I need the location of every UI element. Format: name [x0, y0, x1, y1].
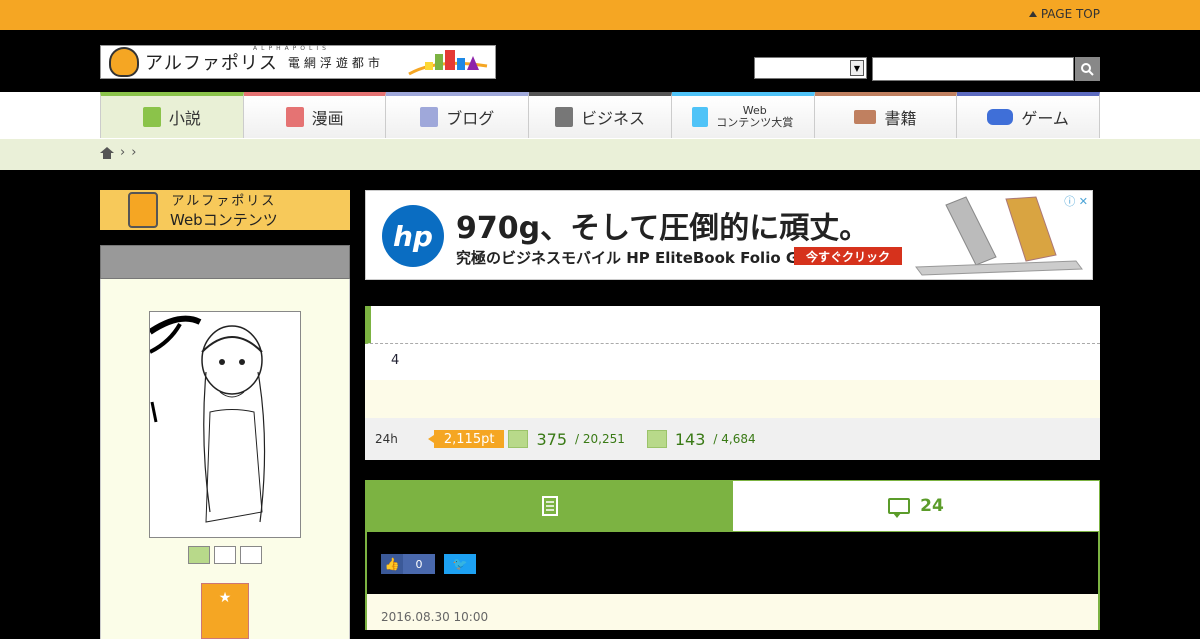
nav-item-business[interactable]: ビジネス — [529, 92, 672, 138]
points-badge: 2,115pt — [427, 430, 505, 448]
thumbs-up-icon: 👍 — [384, 557, 400, 571]
rank-icon — [508, 430, 529, 448]
ad-cta-button[interactable]: 今すぐクリック — [794, 247, 902, 265]
site-logo[interactable]: ALPHAPOLIS アルファポリス 電網浮遊都市 — [100, 45, 496, 79]
city-skyline-icon — [408, 50, 488, 76]
arrow-up-icon — [1028, 11, 1037, 17]
adchoices-icon[interactable]: ⓘ ✕ — [1064, 193, 1088, 209]
page-top-label: PAGE TOP — [1040, 7, 1100, 21]
theme-swatch[interactable] — [214, 546, 236, 564]
novel-icon — [142, 107, 161, 127]
trophy-icon — [692, 107, 709, 127]
breadcrumb: › › — [0, 139, 1200, 170]
nav-item-books[interactable]: 書籍 — [814, 92, 958, 138]
tab-comments[interactable]: 24 — [733, 481, 1099, 531]
work-stats: 24h 2,115pt 375 / 20,251 143 / 4,684 — [365, 418, 1100, 460]
work-info: 4 24h 2,115pt 375 / 20,251 143 / 4,684 — [365, 306, 1100, 460]
chapter-count: 4 — [365, 344, 1100, 380]
stats-period: 24h — [375, 432, 398, 446]
favorite-button[interactable]: ★ — [201, 583, 249, 639]
nav-label-line2: コンテンツ大賞 — [716, 116, 794, 129]
document-icon — [541, 496, 558, 516]
facebook-like-button[interactable]: 👍 0 — [381, 554, 435, 574]
rank2-value: 143 — [674, 429, 706, 449]
advertisement[interactable]: hp 970g、そして圧倒的に頑丈。 究極のビジネスモバイル HP EliteB… — [365, 190, 1093, 280]
hp-logo: hp — [382, 205, 444, 267]
web-contents-banner[interactable]: アルファポリス Webコンテンツ — [100, 190, 350, 230]
nav-item-blog[interactable]: ブログ — [386, 92, 530, 138]
share-bar: 👍 0 🐦 — [367, 532, 1098, 594]
search-icon — [1081, 62, 1094, 76]
breadcrumb-separator: › — [120, 145, 126, 160]
main-nav: 小説 漫画 ブログ ビジネス Web コンテンツ大賞 書籍 ゲーム — [100, 92, 1101, 138]
top-bar: PAGE TOP — [0, 0, 1200, 30]
post-date: 2016.08.30 10:00 — [367, 594, 1098, 630]
alphapolis-emblem-icon — [128, 192, 158, 228]
laptop-image — [915, 196, 1083, 276]
book-icon — [854, 110, 877, 124]
ad-subline: 究極のビジネスモバイル HP EliteBook Folio G1 — [456, 249, 809, 267]
theme-swatch[interactable] — [240, 546, 262, 564]
comments-count: 24 — [920, 496, 944, 516]
work-title[interactable] — [365, 306, 1100, 344]
search-button[interactable] — [1075, 57, 1100, 81]
home-icon[interactable] — [100, 146, 114, 159]
content-tabs: 24 — [365, 480, 1100, 532]
sidebar-panel: ★ — [100, 279, 350, 639]
logo-subtitle: 電網浮遊都市 — [287, 55, 384, 70]
blog-icon — [420, 107, 439, 127]
logo-kana: アルファポリス — [145, 53, 278, 74]
theme-swatch[interactable] — [188, 546, 210, 564]
star-icon: ★ — [218, 590, 232, 606]
nav-label: 漫画 — [311, 109, 344, 128]
rank-icon — [646, 430, 667, 448]
page-top-link[interactable]: PAGE TOP — [1028, 7, 1100, 21]
bar-chart-icon — [555, 107, 573, 127]
category-select[interactable]: ▼ — [754, 57, 867, 79]
nav-label: ブログ — [446, 109, 495, 128]
ad-headline: 970g、そして圧倒的に頑丈。 — [456, 211, 870, 246]
nav-label: Web コンテンツ大賞 — [716, 105, 793, 129]
logo-tiny-text: ALPHAPOLIS — [253, 45, 330, 52]
nav-label: ビジネス — [581, 109, 646, 128]
nav-label: ゲーム — [1021, 109, 1069, 128]
gamepad-icon — [987, 109, 1014, 125]
nav-item-web-contents-award[interactable]: Web コンテンツ大賞 — [671, 92, 815, 138]
cover-illustration — [150, 315, 266, 523]
nav-label: 書籍 — [884, 109, 917, 128]
rank1-value: 375 — [536, 429, 567, 449]
nav-label: 小説 — [168, 109, 201, 128]
alphapolis-emblem-icon — [109, 47, 139, 77]
rank1-total: / 20,251 — [575, 432, 625, 446]
manga-icon — [285, 107, 304, 127]
nav-item-game[interactable]: ゲーム — [957, 92, 1101, 138]
nav-item-manga[interactable]: 漫画 — [243, 92, 387, 138]
content-panel: 👍 0 🐦 2016.08.30 10:00 — [365, 532, 1100, 630]
banner-line1: アルファポリス — [171, 194, 277, 209]
twitter-share-button[interactable]: 🐦 — [444, 554, 476, 574]
rank2-total: / 4,684 — [713, 432, 756, 446]
tab-contents[interactable] — [366, 481, 733, 531]
chevron-down-icon: ▼ — [850, 60, 864, 76]
twitter-bird-icon: 🐦 — [452, 557, 468, 571]
sidebar-header — [100, 245, 350, 279]
work-meta — [365, 380, 1100, 418]
cover-image[interactable] — [149, 311, 301, 538]
banner-line2: Webコンテンツ — [170, 211, 278, 229]
comment-icon — [888, 498, 911, 518]
like-count: 0 — [403, 554, 435, 574]
main-nav-bar: 小説 漫画 ブログ ビジネス Web コンテンツ大賞 書籍 ゲーム — [0, 92, 1200, 139]
nav-item-novel[interactable]: 小説 — [100, 92, 244, 138]
breadcrumb-separator: › — [131, 145, 137, 160]
search-input[interactable] — [872, 57, 1074, 81]
